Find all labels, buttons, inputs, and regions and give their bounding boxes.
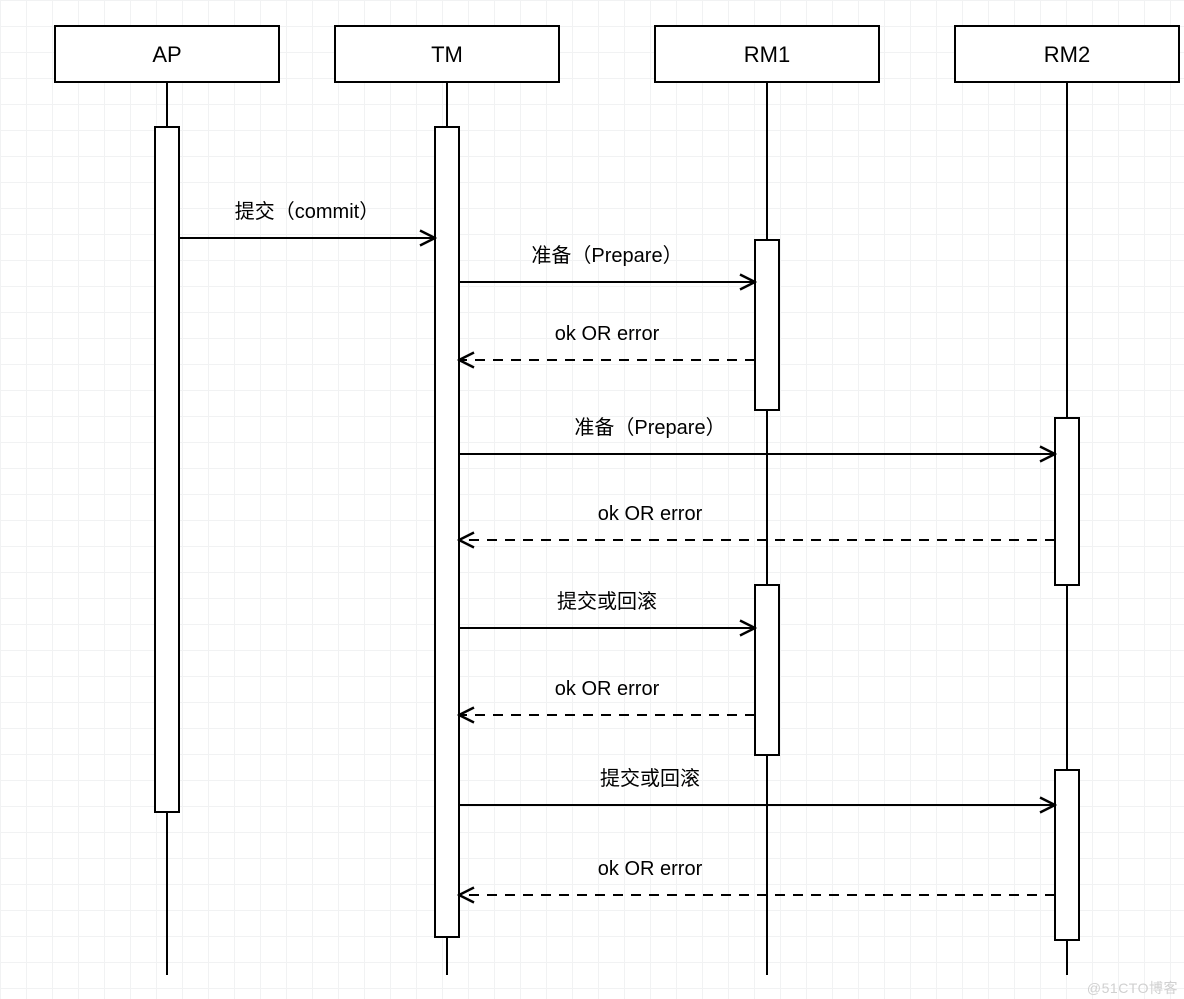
message-m7: ok OR error [459, 678, 755, 715]
participant-rm1: RM1 [655, 26, 879, 975]
message-m2-label: 准备（Prepare） [531, 244, 682, 267]
message-m8: 提交或回滚 [459, 767, 1055, 805]
message-m5-label: ok OR error [598, 503, 703, 525]
message-m5: ok OR error [459, 503, 1055, 540]
participant-tm: TM [335, 26, 559, 975]
message-m2: 准备（Prepare） [459, 244, 755, 282]
message-m6: 提交或回滚 [459, 590, 755, 628]
message-m9: ok OR error [459, 858, 1055, 895]
participant-tm-label: TM [431, 42, 463, 67]
activation-tm [435, 127, 459, 937]
message-m7-label: ok OR error [555, 678, 660, 700]
message-m1-label: 提交（commit） [235, 200, 379, 223]
message-m3-label: ok OR error [555, 323, 660, 345]
participant-ap-label: AP [152, 42, 181, 67]
activation-rm1-2 [755, 585, 779, 755]
message-m9-label: ok OR error [598, 858, 703, 880]
message-m4-label: 准备（Prepare） [574, 416, 725, 439]
participant-rm2-label: RM2 [1044, 42, 1090, 67]
message-m8-label: 提交或回滚 [600, 767, 700, 790]
activation-rm2-2 [1055, 770, 1079, 940]
participant-rm1-label: RM1 [744, 42, 790, 67]
message-m6-label: 提交或回滚 [557, 590, 657, 613]
activation-rm2-1 [1055, 418, 1079, 585]
message-m4: 准备（Prepare） [459, 416, 1055, 454]
participant-rm2: RM2 [955, 26, 1179, 975]
activation-ap [155, 127, 179, 812]
sequence-diagram: AP TM RM1 RM2 提交（commit） 准备（Prep [0, 0, 1184, 999]
message-m1: 提交（commit） [179, 200, 435, 238]
watermark-text: @51CTO博客 [1087, 978, 1178, 998]
message-m3: ok OR error [459, 323, 755, 360]
participant-ap: AP [55, 26, 279, 975]
activation-rm1-1 [755, 240, 779, 410]
